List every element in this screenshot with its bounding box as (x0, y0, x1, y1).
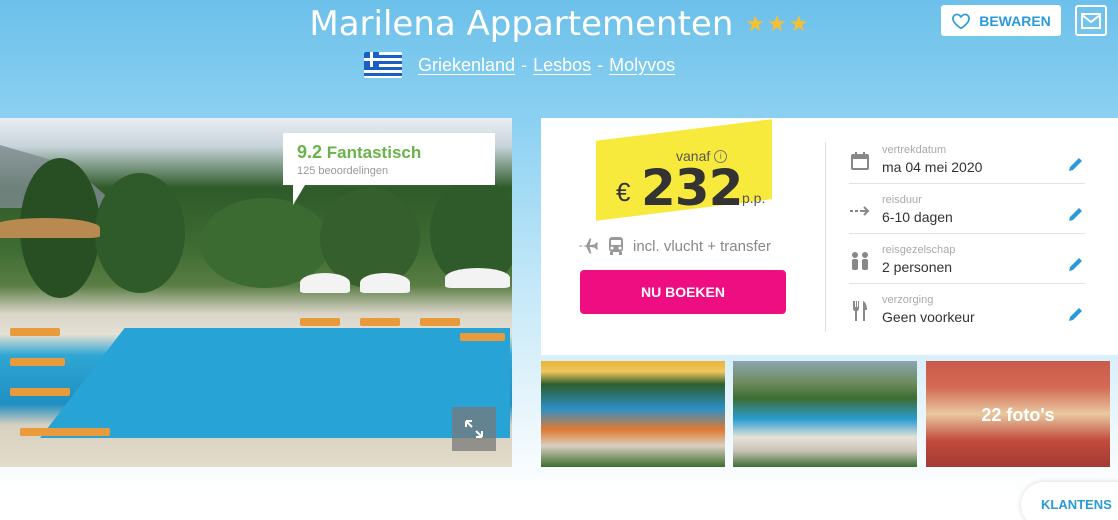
photo-count: 22 foto's (981, 405, 1055, 425)
edit-pencil-icon[interactable] (1067, 155, 1085, 173)
customer-service-tab[interactable]: KLANTENS (1021, 482, 1118, 520)
expand-photo-button[interactable] (452, 407, 496, 451)
option-label: verzorging (882, 294, 934, 306)
breadcrumb-country-link[interactable]: Griekenland (418, 55, 515, 76)
plane-icon (579, 238, 598, 254)
option-divider (849, 233, 1085, 234)
review-score-label: Fantastisch (326, 143, 422, 162)
star-icon: ★ (745, 11, 766, 37)
calendar-icon (849, 150, 871, 172)
save-button[interactable]: BEWAREN (941, 5, 1061, 36)
star-rating: ★ ★ ★ (745, 12, 808, 37)
option-label: vertrekdatum (882, 144, 947, 156)
hotel-title: Marilena Appartementen ★ ★ ★ (309, 4, 808, 44)
save-button-label: BEWAREN (979, 12, 1051, 29)
option-divider (849, 183, 1085, 184)
greece-flag-icon (364, 52, 402, 78)
share-email-button[interactable] (1075, 5, 1107, 36)
breadcrumb-separator: - (521, 54, 528, 75)
option-value: Geen voorkeur (882, 309, 975, 325)
heart-icon (952, 13, 971, 29)
edit-pencil-icon[interactable] (1067, 255, 1085, 273)
review-score: 9.2 Fantastisch (297, 142, 481, 163)
gallery-thumbnail[interactable] (541, 361, 725, 467)
breadcrumb-island-link[interactable]: Lesbos (533, 55, 591, 76)
gallery-thumbnail[interactable] (733, 361, 917, 467)
price-includes-text: incl. vlucht + transfer (633, 237, 771, 255)
gallery-thumbnail-more[interactable]: 22 foto's (926, 361, 1110, 467)
price-per-person: p.p. (742, 190, 766, 206)
option-label: reisduur (882, 194, 922, 206)
people-icon (849, 250, 871, 272)
page-content-area (0, 490, 1118, 520)
review-count: 125 beoordelingen (297, 165, 389, 177)
option-value: ma 04 mei 2020 (882, 159, 983, 175)
hotel-name: Marilena Appartementen (309, 4, 734, 44)
edit-pencil-icon[interactable] (1067, 305, 1085, 323)
duration-arrow-icon (849, 200, 871, 222)
panel-divider (825, 142, 826, 332)
cutlery-icon (849, 300, 871, 322)
star-icon: ★ (788, 11, 809, 37)
book-now-button[interactable]: NU BOEKEN (580, 270, 786, 314)
option-board[interactable]: verzorging Geen voorkeur (849, 294, 1085, 340)
price-amount: 232 (641, 159, 743, 217)
option-value: 6-10 dagen (882, 209, 953, 225)
breadcrumb: Griekenland - Lesbos - Molyvos (364, 52, 675, 78)
edit-pencil-icon[interactable] (1067, 205, 1085, 223)
review-score-value: 9.2 (297, 142, 323, 162)
breadcrumb-town-link[interactable]: Molyvos (609, 55, 675, 76)
review-score-badge[interactable]: 9.2 Fantastisch 125 beoordelingen (283, 133, 495, 205)
breadcrumb-separator: - (597, 54, 604, 75)
option-value: 2 personen (882, 259, 953, 275)
star-icon: ★ (767, 11, 787, 37)
option-divider (849, 283, 1085, 284)
bus-icon (609, 237, 623, 255)
option-label: reisgezelschap (882, 244, 956, 256)
mail-icon (1081, 12, 1101, 29)
expand-icon (465, 420, 483, 438)
price-currency: € (616, 177, 631, 207)
price-includes: incl. vlucht + transfer (577, 236, 771, 256)
